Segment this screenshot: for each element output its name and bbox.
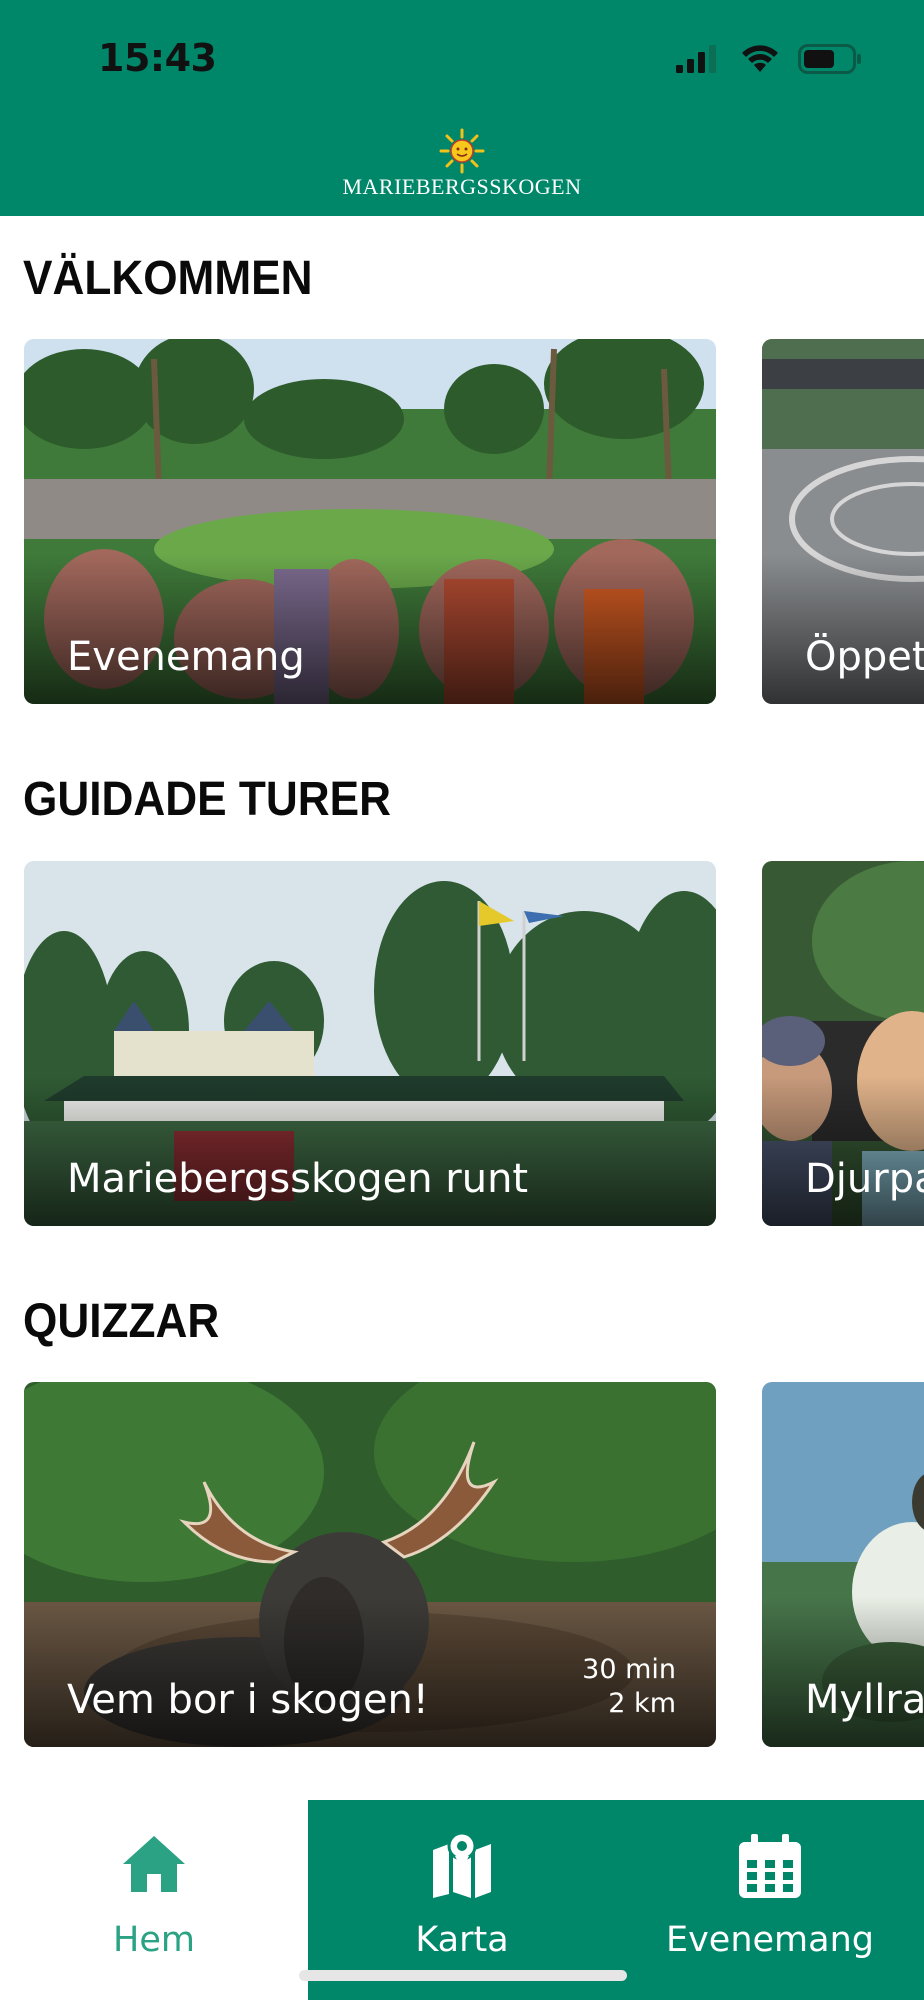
status-time: 15:43 bbox=[98, 36, 217, 80]
card-title: Evenemang bbox=[67, 634, 305, 680]
brand-logo: MARIEBERGSSKOGEN bbox=[0, 128, 924, 200]
card-mariebergsskogen-runt[interactable]: Mariebergsskogen runt bbox=[24, 861, 716, 1226]
home-icon bbox=[123, 1836, 185, 1892]
card-shade bbox=[762, 1597, 924, 1747]
card-shade bbox=[24, 1076, 716, 1226]
card-shade bbox=[762, 554, 924, 704]
tab-label: Hem bbox=[113, 1920, 195, 1960]
tab-label: Evenemang bbox=[665, 1920, 875, 1960]
status-icons bbox=[676, 44, 862, 74]
brand-name: MARIEBERGSSKOGEN bbox=[342, 174, 582, 199]
section-title-valkommen: VÄLKOMMEN bbox=[23, 252, 313, 305]
cellular-signal-icon bbox=[676, 45, 716, 73]
home-indicator[interactable] bbox=[299, 1970, 627, 1981]
card-vem-bor-i-skogen[interactable]: Vem bor i skogen! 30 min 2 km bbox=[24, 1382, 716, 1747]
card-title: Mariebergsskogen runt bbox=[67, 1156, 529, 1202]
tab-label: Karta bbox=[415, 1920, 509, 1960]
card-title: Vem bor i skogen! bbox=[67, 1677, 429, 1723]
battery-icon bbox=[798, 44, 861, 74]
card-myllra[interactable]: Myllra bbox=[762, 1382, 924, 1747]
card-oppettider[interactable]: Öppettider bbox=[762, 339, 924, 704]
card-title: Djurparken bbox=[805, 1156, 924, 1202]
card-title: Öppettider bbox=[805, 634, 924, 680]
card-evenemang[interactable]: Evenemang bbox=[24, 339, 716, 704]
section-title-quizzar: QUIZZAR bbox=[23, 1295, 220, 1348]
card-djurparken[interactable]: Djurparken bbox=[762, 861, 924, 1226]
card-title: Myllra bbox=[805, 1677, 924, 1723]
quiz-meta: 30 min 2 km bbox=[582, 1653, 676, 1721]
quiz-distance: 2 km bbox=[608, 1688, 676, 1719]
card-shade bbox=[762, 1076, 924, 1226]
tab-evenemang[interactable]: Evenemang bbox=[616, 1800, 924, 2000]
quiz-duration: 30 min bbox=[582, 1654, 676, 1685]
calendar-icon bbox=[739, 1834, 801, 1898]
section-title-guidade-turer: GUIDADE TURER bbox=[23, 773, 392, 826]
card-shade bbox=[24, 554, 716, 704]
tab-hem[interactable]: Hem bbox=[0, 1800, 308, 2000]
wifi-icon bbox=[742, 45, 778, 72]
sun-logo-icon bbox=[439, 128, 485, 174]
map-icon bbox=[433, 1831, 491, 1898]
app-header: 15:43 MARIEBERGSSKOGEN bbox=[0, 0, 924, 216]
